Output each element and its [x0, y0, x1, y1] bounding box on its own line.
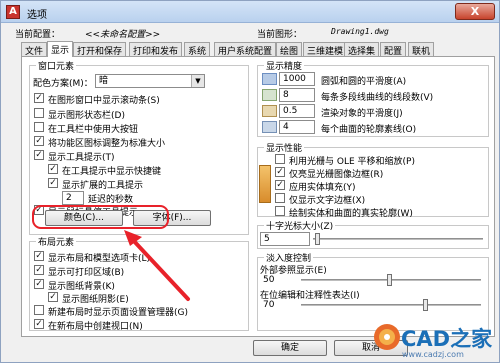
watermark-url: www.cadzj.com	[402, 350, 464, 359]
tab-display[interactable]: 显示	[47, 41, 74, 57]
annotation-arrow-icon	[124, 230, 190, 301]
watermark-text: CAD之家	[401, 327, 493, 351]
options-dialog: A 选项 X 当前配置： <<未命名配置>> 当前图形： Drawing1.dw…	[0, 0, 500, 363]
